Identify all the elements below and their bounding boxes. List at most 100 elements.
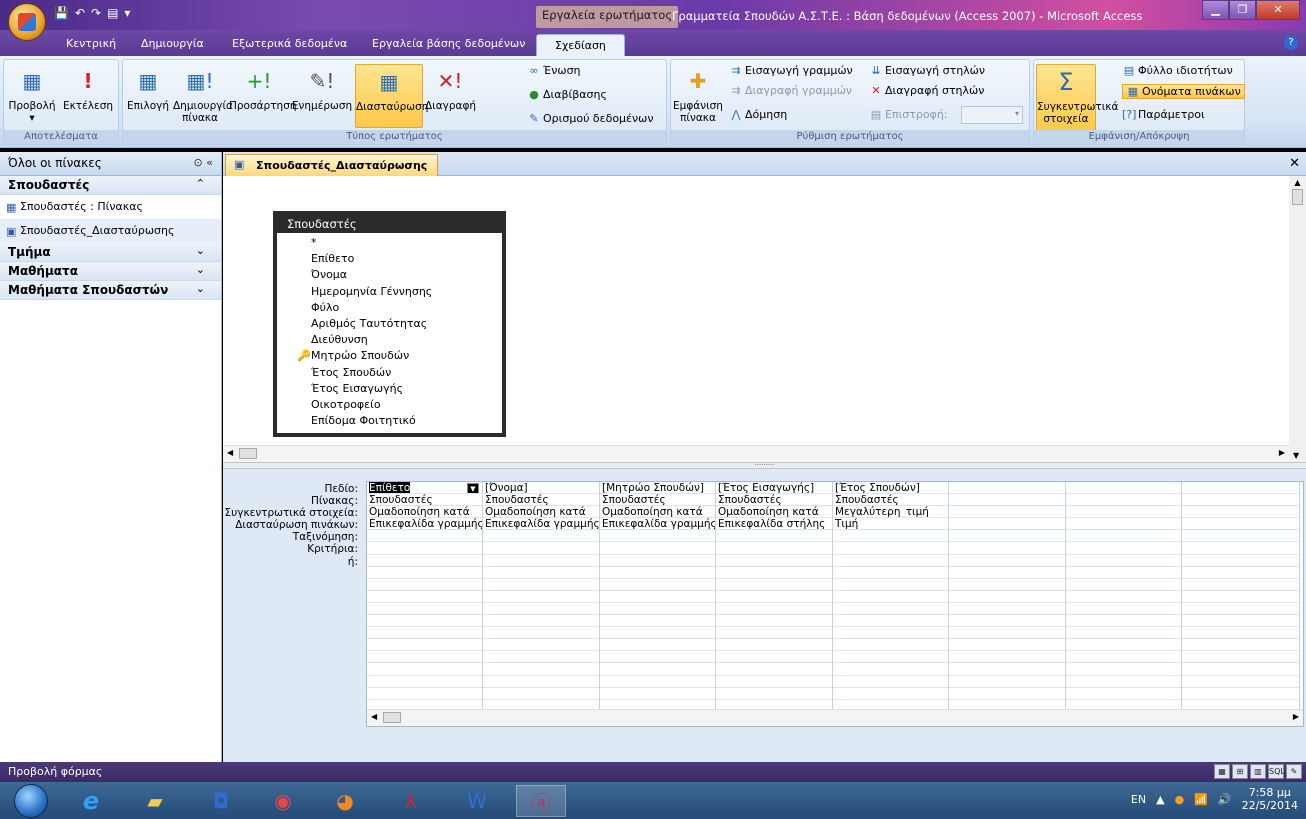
grid-cell[interactable] xyxy=(1182,676,1299,688)
nav-group-students[interactable]: Σπουδαστές ⌃ xyxy=(0,176,221,195)
grid-cell[interactable] xyxy=(367,542,482,555)
grid-cell[interactable] xyxy=(1182,530,1299,543)
chrome-icon[interactable]: ◉ xyxy=(258,785,308,817)
grid-cell[interactable] xyxy=(483,651,599,664)
grid-cell[interactable] xyxy=(1066,639,1181,652)
grid-cell[interactable] xyxy=(833,639,948,652)
grid-cell[interactable] xyxy=(716,651,832,664)
grid-cell[interactable] xyxy=(833,688,948,700)
redo-icon[interactable]: ↷ xyxy=(91,6,101,20)
tab-create[interactable]: Δημιουργία xyxy=(141,37,204,50)
grid-cell[interactable] xyxy=(367,663,482,676)
grid-cell[interactable] xyxy=(1066,627,1181,640)
grid-cell[interactable] xyxy=(367,591,482,603)
grid-cell[interactable] xyxy=(483,555,599,567)
grid-cell[interactable] xyxy=(600,663,715,676)
pass-through-button[interactable]: ● Διαβίβασης xyxy=(527,88,607,101)
grid-cell[interactable] xyxy=(716,542,832,555)
grid-cell[interactable] xyxy=(949,651,1065,664)
grid-cell[interactable] xyxy=(949,555,1065,567)
tray-app-icon[interactable]: ● xyxy=(1175,793,1185,806)
grid-cell[interactable] xyxy=(600,639,715,652)
grid-cell[interactable] xyxy=(716,627,832,640)
grid-cell[interactable] xyxy=(1066,542,1181,555)
grid-cell[interactable] xyxy=(716,591,832,603)
totals-button[interactable]: Σ Συγκεντρωτικά στοιχεία xyxy=(1036,64,1118,134)
select-query-button[interactable]: ▦ Επιλογή xyxy=(125,64,171,112)
grid-cell[interactable] xyxy=(833,542,948,555)
datasheet-view-icon[interactable]: ▦ xyxy=(1214,764,1230,779)
grid-cell[interactable] xyxy=(1066,591,1181,603)
grid-cell[interactable] xyxy=(367,530,482,543)
grid-cell[interactable] xyxy=(833,663,948,676)
grid-cell[interactable]: [Μητρώο Σπουδών] xyxy=(600,482,715,495)
append-button[interactable]: +! Προσάρτηση xyxy=(229,64,297,112)
view-button[interactable]: ▦ Προβολή ▾ xyxy=(6,64,58,124)
grid-cell[interactable] xyxy=(600,676,715,688)
delete-columns-button[interactable]: ✕ Διαγραφή στηλών xyxy=(869,84,984,97)
scroll-left-icon[interactable]: ◀ xyxy=(371,712,377,721)
grid-cell[interactable] xyxy=(600,615,715,628)
grid-cell[interactable] xyxy=(716,639,832,652)
property-sheet-button[interactable]: ▤ Φύλλο ιδιοτήτων xyxy=(1122,64,1233,77)
grid-cell[interactable] xyxy=(949,506,1065,519)
scroll-thumb[interactable] xyxy=(1292,189,1303,205)
nav-item-students-crosstab[interactable]: ▣ Σπουδαστές_Διασταύρωσης xyxy=(0,219,221,243)
grid-cell[interactable] xyxy=(1182,482,1299,495)
grid-cell[interactable] xyxy=(483,567,599,579)
grid-cell[interactable] xyxy=(600,579,715,591)
crosstab-button[interactable]: ▦ Διασταύρωση xyxy=(355,64,428,128)
grid-cell[interactable] xyxy=(483,639,599,652)
grid-cell[interactable] xyxy=(1066,494,1181,507)
grid-cell[interactable]: Σπουδαστές xyxy=(833,494,948,507)
network-icon[interactable]: 📶 xyxy=(1194,793,1208,806)
show-table-button[interactable]: ✚ Εμφάνιση πίνακα xyxy=(673,64,723,124)
grid-cell[interactable] xyxy=(483,627,599,640)
delete-query-button[interactable]: ✕! Διαγραφή xyxy=(425,64,476,112)
make-table-button[interactable]: ▦! Δημιουργία πίνακα xyxy=(173,64,233,124)
grid-cell[interactable] xyxy=(949,615,1065,628)
grid-cell[interactable] xyxy=(367,639,482,652)
grid-cell[interactable] xyxy=(833,555,948,567)
field-dropdown-icon[interactable]: ▼ xyxy=(467,483,479,494)
vertical-scrollbar[interactable]: ▲ ▼ xyxy=(1289,176,1306,462)
grid-cell[interactable] xyxy=(833,579,948,591)
grid-cell[interactable] xyxy=(600,591,715,603)
grid-cell[interactable]: Σπουδαστές xyxy=(600,494,715,507)
ie-icon[interactable]: e xyxy=(66,785,116,817)
start-button[interactable] xyxy=(14,784,48,818)
grid-cell[interactable] xyxy=(716,688,832,700)
grid-cell[interactable]: Ομαδοποίηση κατά xyxy=(600,506,715,519)
grid-cell[interactable] xyxy=(833,603,948,616)
grid-cell[interactable]: Σπουδαστές xyxy=(716,494,832,507)
grid-cell[interactable] xyxy=(1182,663,1299,676)
scroll-up-icon[interactable]: ▲ xyxy=(1289,176,1306,187)
grid-cell[interactable] xyxy=(1182,542,1299,555)
grid-cell[interactable] xyxy=(483,591,599,603)
save-icon[interactable]: 💾 xyxy=(54,6,69,20)
grid-cell[interactable]: Ομαδοποίηση κατά xyxy=(367,506,482,519)
grid-cell[interactable]: Επικεφαλίδα γραμμής xyxy=(367,518,482,531)
grid-cell[interactable] xyxy=(716,663,832,676)
word-icon[interactable]: W xyxy=(452,785,502,817)
grid-cell[interactable] xyxy=(716,555,832,567)
grid-cell[interactable] xyxy=(600,688,715,700)
grid-cell[interactable] xyxy=(1066,603,1181,616)
field-list-item[interactable]: Επίδομα Φοιτητικό xyxy=(277,413,502,429)
grid-cell[interactable] xyxy=(1066,555,1181,567)
run-button[interactable]: ! Εκτέλεση xyxy=(60,64,116,112)
table-names-button[interactable]: ▦ Ονόματα πινάκων xyxy=(1122,84,1245,99)
document-tab[interactable]: ▣ Σπουδαστές_Διασταύρωσης xyxy=(225,154,439,176)
grid-cell[interactable] xyxy=(1066,688,1181,700)
scroll-right-icon[interactable]: ▶ xyxy=(1293,712,1299,721)
tab-home[interactable]: Κεντρική xyxy=(66,37,116,50)
grid-cell[interactable] xyxy=(483,676,599,688)
grid-cell[interactable] xyxy=(367,615,482,628)
grid-cell[interactable]: [Έτος Εισαγωγής] xyxy=(716,482,832,495)
grid-cell[interactable] xyxy=(1182,639,1299,652)
grid-cell[interactable] xyxy=(949,688,1065,700)
grid-cell[interactable]: Ομαδοποίηση κατά xyxy=(483,506,599,519)
grid-cell[interactable] xyxy=(1182,567,1299,579)
grid-cell[interactable] xyxy=(716,615,832,628)
grid-cell[interactable] xyxy=(1182,494,1299,507)
